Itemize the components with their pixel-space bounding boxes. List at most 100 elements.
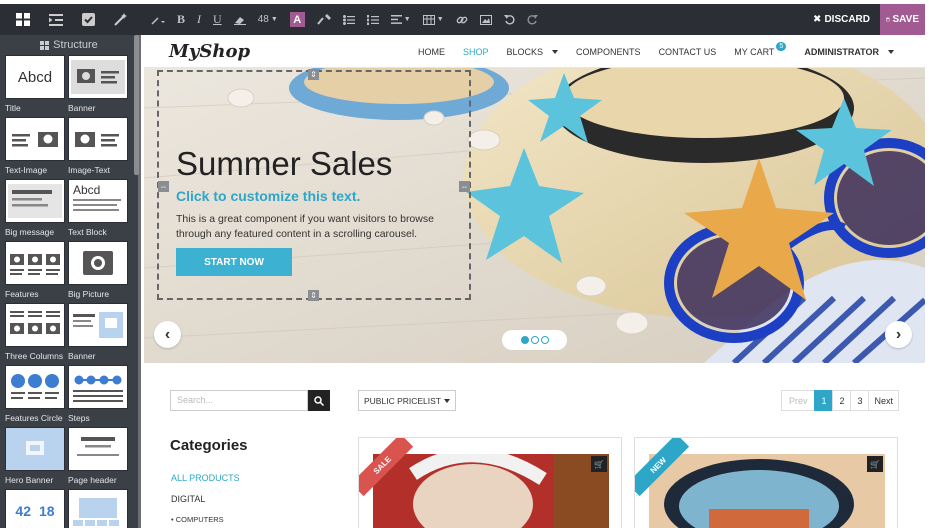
italic-button[interactable]: I	[191, 4, 207, 35]
carousel-dot[interactable]	[520, 336, 529, 344]
nav-shop[interactable]: SHOP	[454, 35, 498, 68]
align-dropdown[interactable]: ▼	[385, 4, 417, 35]
brush-icon[interactable]	[311, 4, 337, 35]
ordered-list-icon[interactable]	[361, 4, 385, 35]
style-wand-icon[interactable]	[145, 4, 171, 35]
snippet-three-columns[interactable]: Three Columns	[5, 303, 65, 365]
add-to-cart-icon[interactable]: 🛒	[591, 456, 607, 472]
thumb-text: 42	[15, 503, 31, 519]
checkbox-icon[interactable]	[82, 4, 96, 35]
pager-prev[interactable]: Prev	[780, 390, 816, 411]
product-card[interactable]: 🛒 NEW	[634, 437, 898, 528]
carousel-prev-button[interactable]: ‹	[154, 321, 181, 348]
hero-title[interactable]: Summer Sales	[176, 145, 392, 183]
pager-page[interactable]: 3	[850, 390, 870, 411]
snippet-features[interactable]: Features	[5, 241, 65, 303]
snippet-thumbnail[interactable]	[68, 241, 128, 285]
eraser-icon[interactable]	[228, 4, 252, 35]
nav-home[interactable]: HOME	[409, 35, 454, 68]
discard-button[interactable]: ✖ DISCARD	[803, 4, 880, 35]
category-item[interactable]: • COMPUTERS	[171, 515, 224, 524]
font-size-value: 48	[257, 14, 269, 25]
nav-contact-us[interactable]: CONTACT US	[650, 35, 726, 68]
pricelist-dropdown[interactable]: PUBLIC PRICELIST	[358, 390, 456, 411]
snippet-thumbnail[interactable]	[5, 303, 65, 347]
snippet-thumbnail[interactable]	[5, 365, 65, 409]
snippet-thumbnail[interactable]	[5, 427, 65, 471]
snippets-scrollbar[interactable]	[134, 35, 139, 175]
snippet-thumbnail[interactable]: Abcd	[5, 55, 65, 99]
nav-my-cart[interactable]: MY CART 5	[725, 35, 795, 68]
snippet-image-text[interactable]: Image-Text	[68, 117, 128, 179]
snippet-thumbnail[interactable]	[68, 489, 128, 528]
pricelist-label: PUBLIC PRICELIST	[364, 395, 441, 406]
resize-bottom-handle[interactable]: ⇕	[308, 290, 319, 301]
snippet-hero-banner[interactable]: Hero Banner	[5, 427, 65, 489]
snippet-gallery[interactable]	[68, 489, 128, 528]
snippet-page-header[interactable]: Page header	[68, 427, 128, 489]
carousel-next-button[interactable]: ›	[885, 321, 912, 348]
snippet-thumbnail[interactable]	[5, 117, 65, 161]
snippet-label: Big message	[5, 227, 55, 237]
save-button[interactable]: SAVE	[880, 4, 925, 35]
snippet-thumbnail[interactable]	[5, 241, 65, 285]
snippet-features-circle[interactable]: Features Circle	[5, 365, 65, 427]
thumb-text: Abcd	[73, 182, 101, 197]
snippet-big-picture[interactable]: Big Picture	[68, 241, 128, 303]
table-dropdown[interactable]: ▼	[417, 4, 450, 35]
hero-subtitle[interactable]: Click to customize this text.	[176, 188, 360, 204]
text-color-button[interactable]: A	[284, 4, 311, 35]
snippet-title[interactable]: Abcd Title	[5, 55, 65, 117]
bold-button[interactable]: B	[171, 4, 191, 35]
add-to-cart-icon[interactable]: 🛒	[867, 456, 883, 472]
carousel-dot[interactable]	[530, 336, 539, 344]
snippet-thumbnail[interactable]: 42 18	[5, 489, 65, 528]
pager-page[interactable]: 2	[832, 390, 852, 411]
font-size-dropdown[interactable]: 48 ▼	[252, 4, 284, 35]
hero-body-text[interactable]: This is a great component if you want vi…	[176, 212, 446, 242]
snippet-thumbnail[interactable]	[68, 427, 128, 471]
site-navbar: MyShop HOME SHOP BLOCKS COMPONENTS CONTACT U…	[144, 35, 925, 68]
snippet-steps[interactable]: Steps	[68, 365, 128, 427]
snippet-thumbnail[interactable]	[5, 179, 65, 223]
category-item[interactable]: ALL PRODUCTS	[171, 473, 240, 483]
snippet-text-image[interactable]: Text-Image	[5, 117, 65, 179]
resize-right-handle[interactable]: ⇔	[459, 181, 470, 192]
resize-left-handle[interactable]: ⇔	[158, 181, 169, 192]
snippet-numbers[interactable]: 42 18	[5, 489, 65, 528]
start-now-button[interactable]: START NOW	[176, 248, 292, 276]
redo-icon[interactable]	[521, 4, 544, 35]
snippet-label: Features Circle	[5, 413, 63, 423]
carousel-dot[interactable]	[540, 336, 549, 344]
resize-top-handle[interactable]: ⇕	[308, 69, 319, 80]
unordered-list-icon[interactable]	[337, 4, 361, 35]
undo-icon[interactable]	[498, 4, 521, 35]
link-icon[interactable]	[450, 4, 474, 35]
snippet-thumbnail[interactable]	[68, 55, 128, 99]
pager-next[interactable]: Next	[868, 390, 899, 411]
snippet-thumbnail[interactable]	[68, 303, 128, 347]
nav-administrator[interactable]: ADMINISTRATOR	[795, 35, 903, 68]
site-logo[interactable]: MyShop	[169, 41, 250, 62]
chevron-down-icon: ▼	[436, 16, 444, 23]
snippet-thumbnail[interactable]	[68, 365, 128, 409]
search-button[interactable]	[308, 390, 330, 411]
nav-components[interactable]: COMPONENTS	[567, 35, 650, 68]
snippet-banner2[interactable]: Banner	[68, 303, 128, 365]
nav-blocks[interactable]: BLOCKS	[498, 35, 568, 68]
snippet-big-message[interactable]: Big message	[5, 179, 65, 241]
blocks-icon[interactable]	[15, 4, 30, 35]
indent-icon[interactable]	[48, 4, 63, 35]
toolbar-left-group	[0, 4, 143, 35]
product-search-input[interactable]: Search...	[170, 390, 308, 411]
snippet-thumbnail[interactable]: Abcd	[68, 179, 128, 223]
snippet-banner[interactable]: Banner	[68, 55, 128, 117]
product-card[interactable]: 🛒 SALE	[358, 437, 622, 528]
snippet-text-block[interactable]: Abcd Text Block	[68, 179, 128, 241]
category-item[interactable]: DIGITAL	[171, 494, 205, 504]
magic-wand-icon[interactable]	[114, 4, 128, 35]
snippet-thumbnail[interactable]	[68, 117, 128, 161]
pager-page[interactable]: 1	[814, 390, 834, 411]
image-icon[interactable]	[474, 4, 498, 35]
underline-button[interactable]: U	[207, 4, 228, 35]
